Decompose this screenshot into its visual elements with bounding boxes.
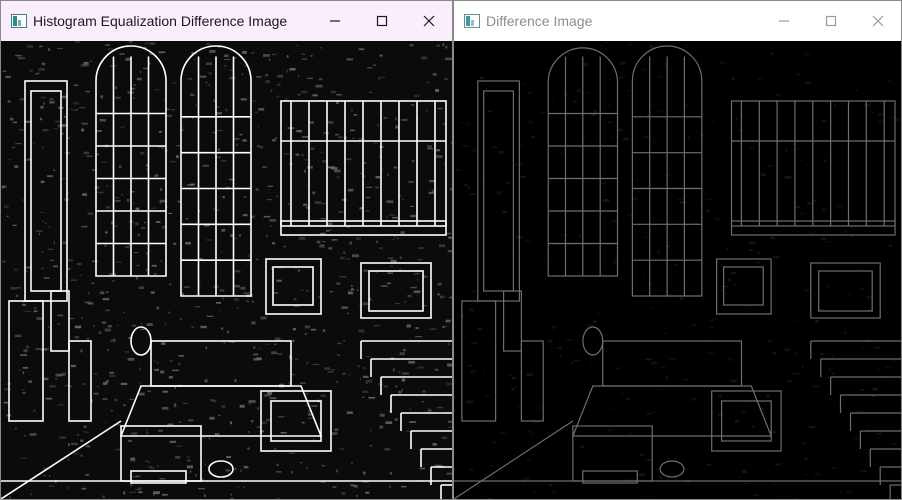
app-icon: [11, 14, 27, 28]
edge-map-image: [1, 41, 452, 499]
app-icon: [464, 14, 480, 28]
maximize-button[interactable]: [358, 1, 405, 41]
close-icon: [872, 15, 883, 27]
window-controls: [760, 1, 901, 41]
desktop: Histogram Equalization Difference Image: [0, 0, 902, 500]
difference-image: [454, 41, 901, 499]
window-title: Histogram Equalization Difference Image: [33, 13, 288, 29]
minimize-icon: [329, 20, 340, 22]
window-title: Difference Image: [486, 13, 593, 29]
minimize-button[interactable]: [760, 1, 807, 41]
maximize-icon: [825, 15, 836, 27]
edge-map-image: [454, 41, 901, 499]
close-button[interactable]: [405, 1, 452, 41]
maximize-button[interactable]: [807, 1, 854, 41]
window-titlebar[interactable]: Histogram Equalization Difference Image: [1, 1, 452, 41]
window-titlebar[interactable]: Difference Image: [454, 1, 901, 41]
difference-window[interactable]: Difference Image: [453, 0, 902, 500]
histogram-difference-image: [1, 41, 452, 499]
histogram-window[interactable]: Histogram Equalization Difference Image: [0, 0, 453, 500]
minimize-button[interactable]: [311, 1, 358, 41]
close-icon: [423, 15, 434, 27]
maximize-icon: [376, 15, 387, 27]
close-button[interactable]: [854, 1, 901, 41]
minimize-icon: [778, 20, 789, 22]
window-controls: [311, 1, 452, 41]
